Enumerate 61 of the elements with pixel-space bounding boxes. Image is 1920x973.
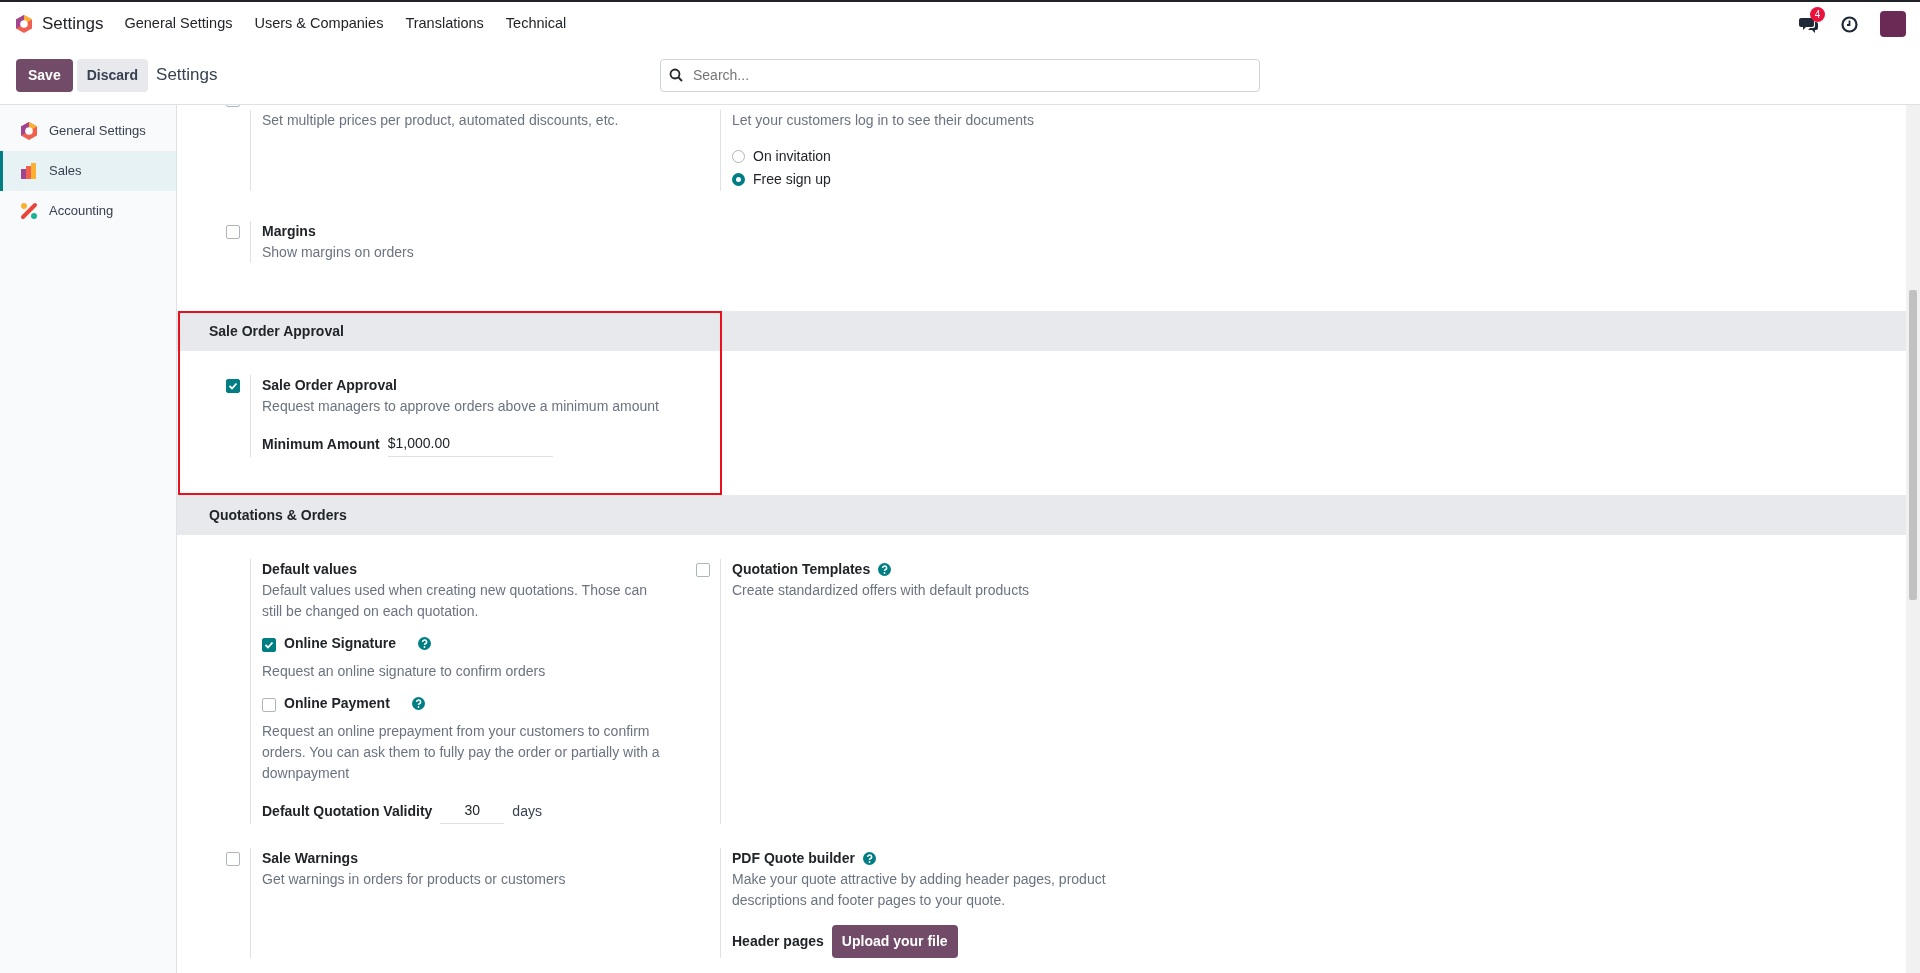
radio-button[interactable] xyxy=(732,150,745,163)
help-icon[interactable] xyxy=(862,852,876,865)
checkbox[interactable] xyxy=(696,563,710,577)
bar-chart-icon xyxy=(19,161,39,181)
menu-item[interactable]: General Settings xyxy=(113,13,244,35)
app-logo-icon xyxy=(19,121,39,141)
help-icon[interactable] xyxy=(418,637,431,650)
checkbox[interactable] xyxy=(226,379,240,393)
unit-label: days xyxy=(512,801,542,821)
notification-count: 4 xyxy=(1810,7,1825,22)
setting-description: Show margins on orders xyxy=(262,243,415,262)
option-label: Online Signature xyxy=(284,634,396,653)
field-label: Default Quotation Validity xyxy=(262,801,433,821)
checkbox[interactable] xyxy=(226,225,240,239)
setting-title: PDF Quote builder xyxy=(732,850,855,866)
discard-button[interactable]: Discard xyxy=(76,58,149,92)
clock-icon[interactable] xyxy=(1841,15,1858,33)
input-field[interactable]: 30 xyxy=(440,798,505,824)
menu-item[interactable]: Users & Companies xyxy=(243,13,395,35)
help-icon[interactable] xyxy=(878,563,892,576)
checkbox[interactable] xyxy=(262,637,276,652)
field-label: Header pages xyxy=(732,932,824,951)
option-label: Online Payment xyxy=(284,694,390,713)
search-icon xyxy=(669,68,683,82)
option-description: Request an online prepayment from your customers to confirm orders. You can ask them to fully pay the order or partially with a downpayment xyxy=(262,722,661,783)
option-description: Request an online signature to confirm orders xyxy=(262,662,547,681)
setting-description: Make your quote attractive by adding header pages, product descriptions and footer pages to your quote. xyxy=(732,870,1107,910)
setting-description: Default values used when creating new quotations. Those can still be changed on each quotation. xyxy=(262,581,648,621)
percent-icon xyxy=(19,201,39,221)
setting-title: Quotation Templates xyxy=(732,561,871,577)
sidebar-item[interactable]: Accounting xyxy=(0,191,176,231)
setting-title: Sale Order Approval xyxy=(262,377,397,393)
save-button[interactable]: Save xyxy=(16,58,73,92)
setting-title: Default values xyxy=(262,561,357,577)
upload-button[interactable]: Upload your file xyxy=(831,925,958,958)
option-label: Free sign up xyxy=(753,170,831,189)
menu-item[interactable]: Technical xyxy=(494,13,578,35)
checkmark-icon xyxy=(228,381,238,391)
setting-title: Margins xyxy=(262,223,316,239)
checkmark-icon xyxy=(264,639,274,650)
menu-item[interactable]: Translations xyxy=(394,13,495,35)
page-title: Settings xyxy=(156,64,218,87)
input-field[interactable]: $1,000.00 xyxy=(387,431,553,457)
checkbox[interactable] xyxy=(226,852,240,866)
scrollbar-thumb[interactable] xyxy=(1909,290,1917,600)
setting-description: Create standardized offers with default products xyxy=(732,581,1031,600)
option-label: On invitation xyxy=(753,147,831,166)
sidebar-item[interactable]: General Settings xyxy=(0,111,176,151)
field-label: Minimum Amount xyxy=(262,434,380,454)
sidebar-item[interactable]: Sales xyxy=(0,151,176,191)
scrollbar[interactable] xyxy=(1906,105,1920,973)
radio-button[interactable] xyxy=(732,173,745,186)
help-icon[interactable] xyxy=(411,697,425,710)
setting-description: Let your customers log in to see their documents xyxy=(732,111,1035,130)
setting-title: Sale Warnings xyxy=(262,850,358,866)
checkbox[interactable] xyxy=(262,697,276,712)
app-logo-icon[interactable] xyxy=(14,14,34,34)
setting-description: Set multiple prices per product, automated discounts, etc. xyxy=(262,111,620,130)
app-title[interactable]: Settings xyxy=(42,11,104,37)
setting-description: Request managers to approve orders above a minimum amount xyxy=(262,397,660,416)
setting-description: Get warnings in orders for products or customers xyxy=(262,870,567,889)
